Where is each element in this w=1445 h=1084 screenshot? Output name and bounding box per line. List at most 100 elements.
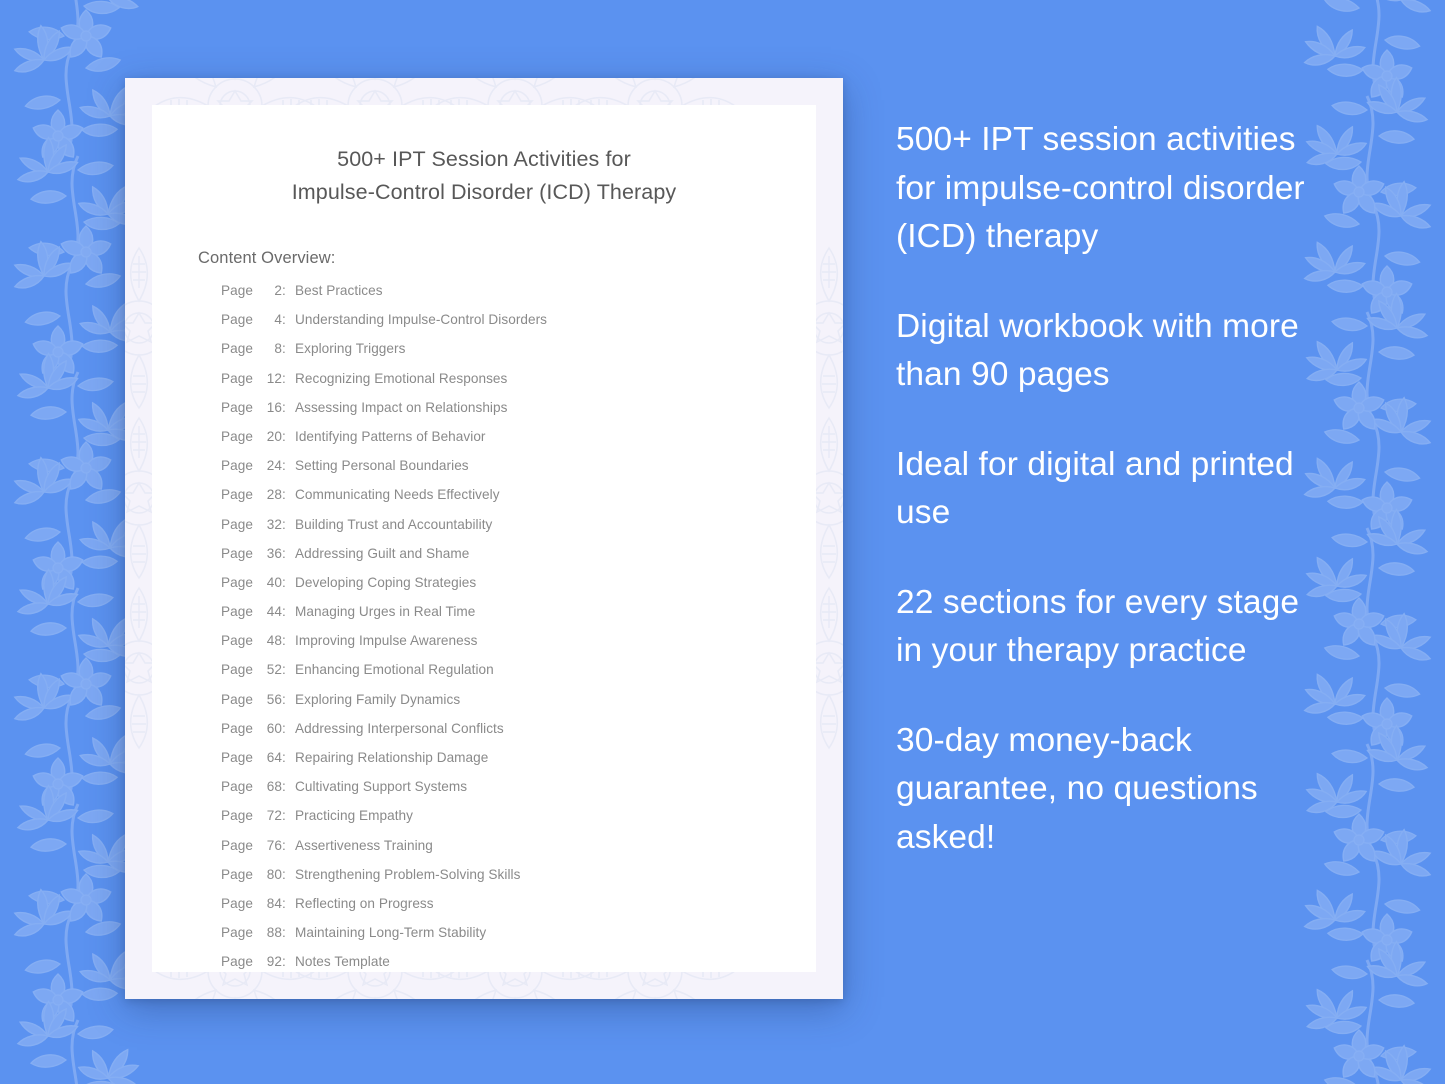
toc-colon: : [282,458,286,474]
toc-row: Page 68: Cultivating Support Systems [221,779,770,808]
toc-row: Page 64: Repairing Relationship Damage [221,750,770,779]
toc-section-title: Strengthening Problem-Solving Skills [295,866,521,882]
toc-page-word: Page [221,545,253,561]
workbook-page: 500+ IPT Session Activities for Impulse-… [152,105,816,972]
toc-page-word: Page [221,750,253,765]
toc-colon: : [282,662,286,678]
toc-row: Page 8: Exploring Triggers [221,341,770,370]
toc-section-title: Improving Impulse Awareness [295,633,478,649]
toc-page-word: Page [221,837,253,853]
toc-page-word: Page [221,662,253,678]
toc-section-title: Reflecting on Progress [295,895,434,911]
toc-section-title: Best Practices [295,283,383,298]
toc-section-title: Recognizing Emotional Responses [295,370,508,386]
toc-row: Page 52: Enhancing Emotional Regulation [221,662,770,691]
toc-page-number: 8 [274,341,282,357]
promo-block: Digital workbook with more than 90 pages [896,307,1299,394]
toc-section-title: Managing Urges in Real Time [295,604,476,620]
toc-page-number: 68 [266,779,282,795]
toc-page-number: 36 [266,545,282,561]
toc-page-number: 60 [266,720,282,736]
toc-page-number: 88 [266,925,282,941]
toc-colon: : [282,487,286,503]
toc-colon: : [282,574,286,590]
toc-page-word: Page [221,954,253,970]
toc-colon: : [282,283,286,298]
toc-row: Page 48: Improving Impulse Awareness [221,633,770,662]
toc-colon: : [282,312,286,328]
toc-colon: : [282,341,286,357]
toc-page-number: 92 [266,954,282,970]
toc-page-number: 48 [266,633,282,649]
toc-page-word: Page [221,428,253,444]
toc-page-number: 40 [266,574,282,590]
toc-section-title: Communicating Needs Effectively [295,487,500,503]
toc-page-number: 16 [266,399,282,415]
toc-section-title: Enhancing Emotional Regulation [295,662,494,678]
content-overview-label: Content Overview: [198,249,336,267]
toc-section-title: Exploring Triggers [295,341,406,357]
toc-page-number: 56 [266,691,282,707]
card-surface: 500+ IPT Session Activities for Impulse-… [125,78,843,999]
toc-colon: : [282,925,286,941]
toc-section-title: Understanding Impulse-Control Disorders [295,312,548,328]
toc-colon: : [282,516,286,532]
toc-page-word: Page [221,399,253,415]
toc-section-title: Identifying Patterns of Behavior [295,428,486,444]
toc-section-title: Repairing Relationship Damage [295,750,489,765]
toc-page-word: Page [221,458,253,474]
toc-page-number: 20 [266,428,282,444]
toc-colon: : [282,779,286,795]
toc-colon: : [282,545,286,561]
toc-row: Page 2: Best Practices [221,283,770,312]
toc-row: Page 88: Maintaining Long-Term Stability [221,925,770,954]
toc-page-word: Page [221,866,253,882]
toc-row: Page 28: Communicating Needs Effectively [221,487,770,516]
page-title-line-1: 500+ IPT Session Activities for [337,147,631,171]
toc-page-word: Page [221,283,253,298]
workbook-preview-card[interactable]: 500+ IPT Session Activities for Impulse-… [125,78,843,999]
toc-colon: : [282,837,286,853]
toc-colon: : [282,866,286,882]
toc-section-title: Building Trust and Accountability [295,516,493,532]
toc-row: Page 56: Exploring Family Dynamics [221,692,770,721]
toc-page-word: Page [221,341,253,357]
page-title: 500+ IPT Session Activities for Impulse-… [198,143,770,209]
toc-page-number: 4 [274,312,282,328]
toc-row: Page 40: Developing Coping Strategies [221,575,770,604]
toc-page-number: 28 [266,487,282,503]
toc-section-title: Exploring Family Dynamics [295,691,461,707]
toc-row: Page 20: Identifying Patterns of Behavior [221,429,770,458]
toc-section-title: Developing Coping Strategies [295,574,477,590]
toc-colon: : [282,370,286,386]
promo-block: Ideal for digital and printed use [896,445,1294,532]
toc-colon: : [282,954,286,970]
toc-row: Page 12: Recognizing Emotional Responses [221,371,770,400]
toc-page-word: Page [221,895,253,911]
toc-row: Page 80: Strengthening Problem-Solving Ski… [221,867,770,896]
promo-column: 500+ IPT session activities for impulse-… [896,116,1328,862]
toc-page-number: 52 [266,662,282,678]
toc-page-word: Page [221,487,253,503]
toc-page-word: Page [221,720,253,736]
toc-colon: : [282,691,286,707]
table-of-contents: Page 2: Best Practices Page 4: Understanding … [198,283,770,984]
toc-page-word: Page [221,691,253,707]
toc-page-number: 64 [266,750,282,765]
toc-row: Page 60: Addressing Interpersonal Conflict… [221,721,770,750]
toc-section-title: Practicing Empathy [295,808,414,824]
toc-colon: : [282,428,286,444]
toc-row: Page 32: Building Trust and Accountability [221,517,770,546]
toc-page-number: 84 [266,895,282,911]
toc-page-number: 76 [266,837,282,853]
toc-section-title: Assessing Impact on Relationships [295,399,508,415]
toc-page-word: Page [221,779,253,795]
toc-row: Page 76: Assertiveness Training [221,838,770,867]
toc-row: Page 44: Managing Urges in Real Time [221,604,770,633]
toc-colon: : [282,399,286,415]
toc-row: Page 36: Addressing Guilt and Shame [221,546,770,575]
promo-block: 22 sections for every stage in your ther… [896,583,1300,670]
toc-colon: : [282,808,286,824]
toc-page-word: Page [221,633,253,649]
toc-row: Page 16: Assessing Impact on Relationships [221,400,770,429]
